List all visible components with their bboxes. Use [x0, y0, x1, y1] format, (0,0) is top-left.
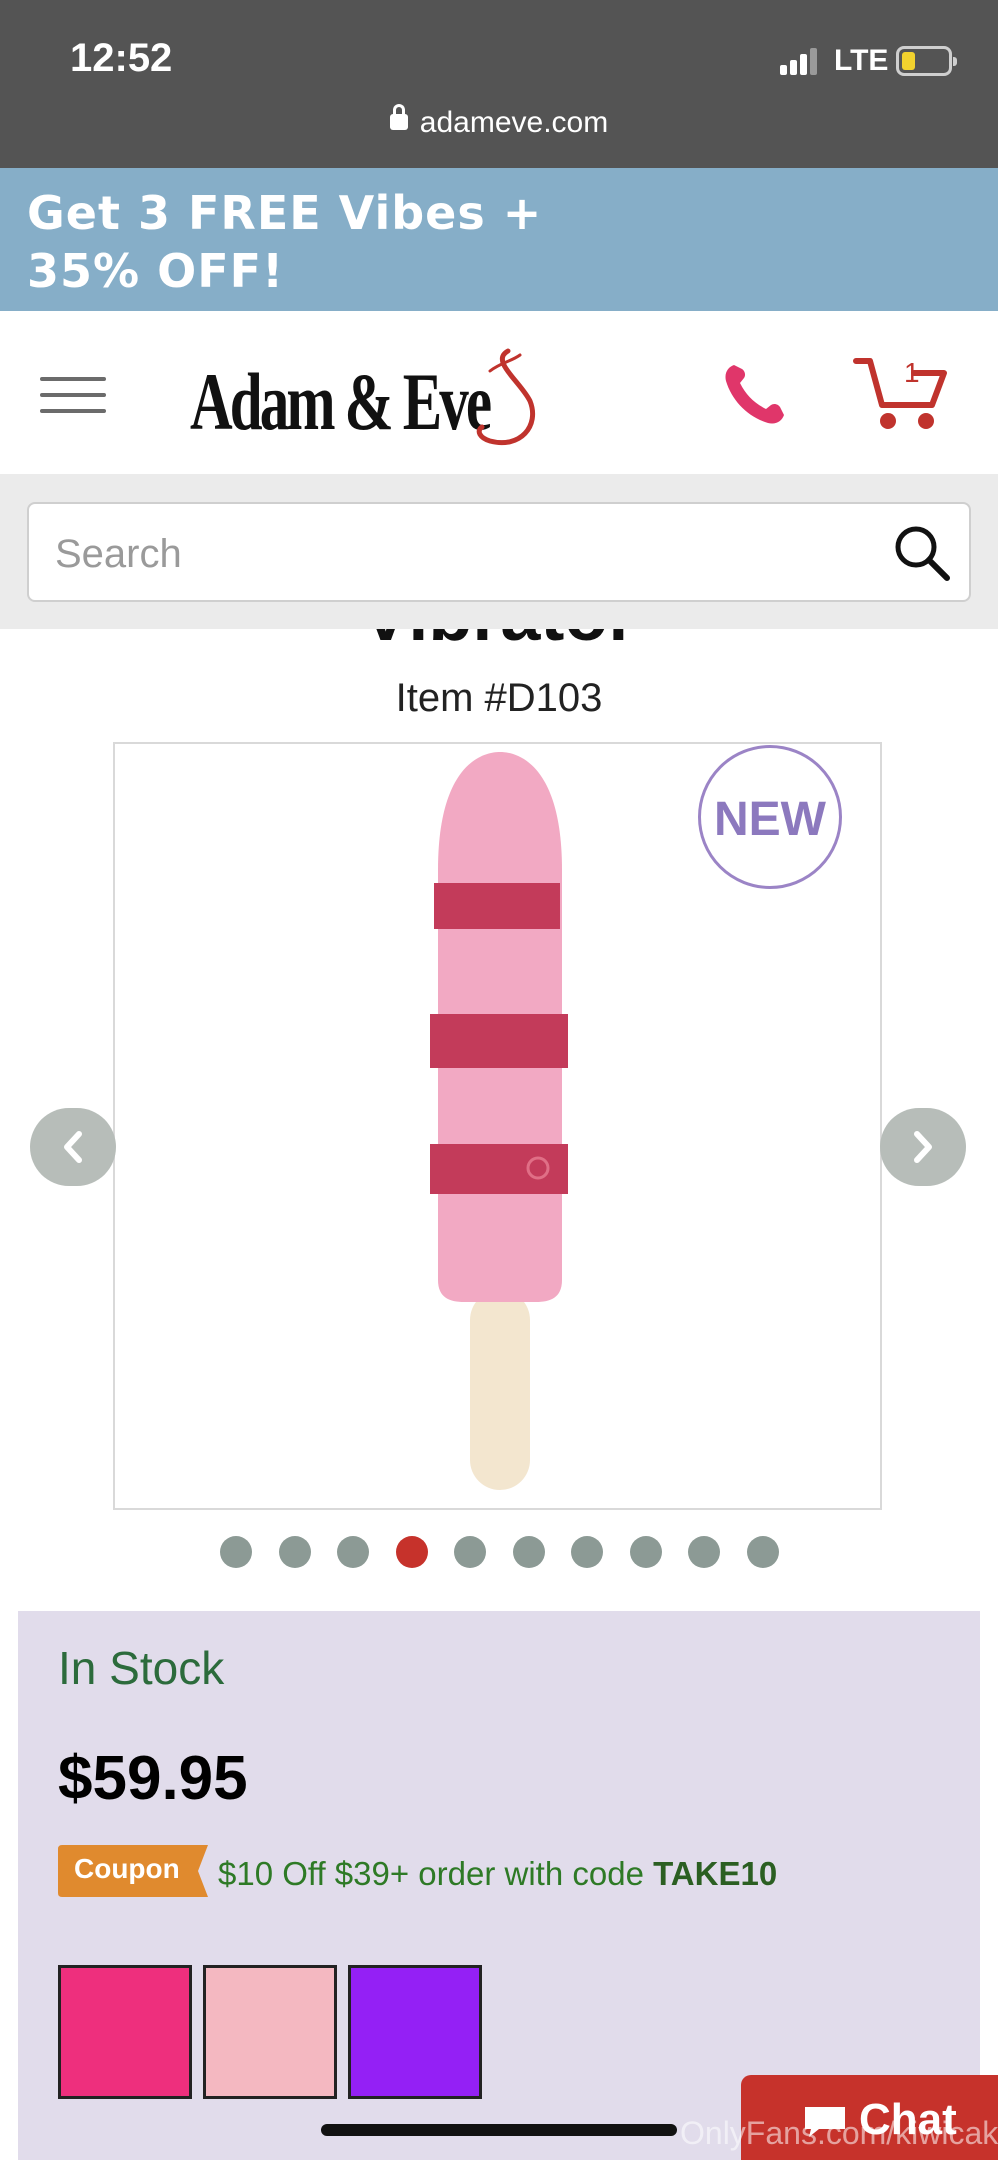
carousel-dot[interactable]	[746, 1536, 779, 1568]
phone-icon[interactable]	[720, 359, 790, 429]
search-bar	[0, 474, 998, 629]
cart-icon[interactable]	[852, 355, 948, 431]
home-indicator	[321, 2124, 677, 2136]
carousel-dots	[220, 1536, 780, 1568]
promo-text: Get 3 FREE Vibes + 35% OFF!	[27, 186, 543, 298]
product-title-clip: Vibrator	[0, 629, 998, 655]
carousel-dot[interactable]	[395, 1536, 428, 1568]
stock-status: In Stock	[58, 1642, 225, 1694]
search-input[interactable]	[55, 524, 875, 584]
color-swatch[interactable]	[58, 1965, 192, 2099]
coupon-offer: $10 Off $39+ order with code TAKE10	[218, 1855, 777, 1893]
site-logo[interactable]: Adam & Eve	[190, 341, 550, 451]
carousel-dot[interactable]	[688, 1536, 720, 1568]
product-image	[430, 752, 568, 1490]
network-type: LTE	[834, 44, 889, 77]
new-badge: NEW	[698, 745, 842, 889]
lock-icon	[389, 104, 408, 130]
color-swatch[interactable]	[203, 1965, 337, 2099]
menu-icon[interactable]	[40, 377, 106, 415]
cart-count-badge: 1	[904, 357, 920, 388]
site-header: Adam & Eve 1	[0, 311, 998, 474]
item-number: Item #D103	[395, 676, 603, 720]
price: $59.95	[58, 1744, 248, 1813]
browser-status-bar: 12:52 LTE adameve.com	[0, 0, 998, 168]
promo-banner[interactable]: Get 3 FREE Vibes + 35% OFF!	[0, 168, 998, 311]
chevron-left-icon	[64, 1131, 82, 1163]
carousel-next-button[interactable]	[880, 1108, 966, 1186]
carousel-dot[interactable]	[337, 1536, 369, 1568]
new-badge-text: NEW	[714, 793, 826, 846]
coupon-code: TAKE10	[653, 1855, 778, 1892]
search-box	[27, 502, 971, 602]
search-icon[interactable]	[891, 522, 953, 584]
carousel-dot[interactable]	[629, 1536, 662, 1568]
carousel-prev-button[interactable]	[30, 1108, 116, 1186]
watermark: OnlyFans.com/kiwicake	[680, 2115, 998, 2151]
carousel-dot[interactable]	[571, 1536, 603, 1568]
apple-swirl-icon	[476, 348, 536, 445]
battery-icon	[896, 46, 957, 76]
url-bar[interactable]: adameve.com	[0, 104, 998, 140]
chevron-right-icon	[914, 1131, 932, 1163]
carousel-dot[interactable]	[278, 1536, 311, 1568]
coupon-offer-text: $10 Off $39+ order with code	[218, 1855, 654, 1892]
carousel-dot[interactable]	[512, 1536, 545, 1568]
clock: 12:52	[70, 36, 173, 80]
url-text: adameve.com	[419, 106, 609, 139]
product-title: Vibrator	[0, 629, 998, 655]
signal-icon	[780, 47, 820, 75]
carousel-dot[interactable]	[220, 1536, 252, 1568]
carousel-dot[interactable]	[454, 1536, 486, 1568]
color-swatch[interactable]	[348, 1965, 482, 2099]
coupon-tag	[58, 1845, 208, 1897]
